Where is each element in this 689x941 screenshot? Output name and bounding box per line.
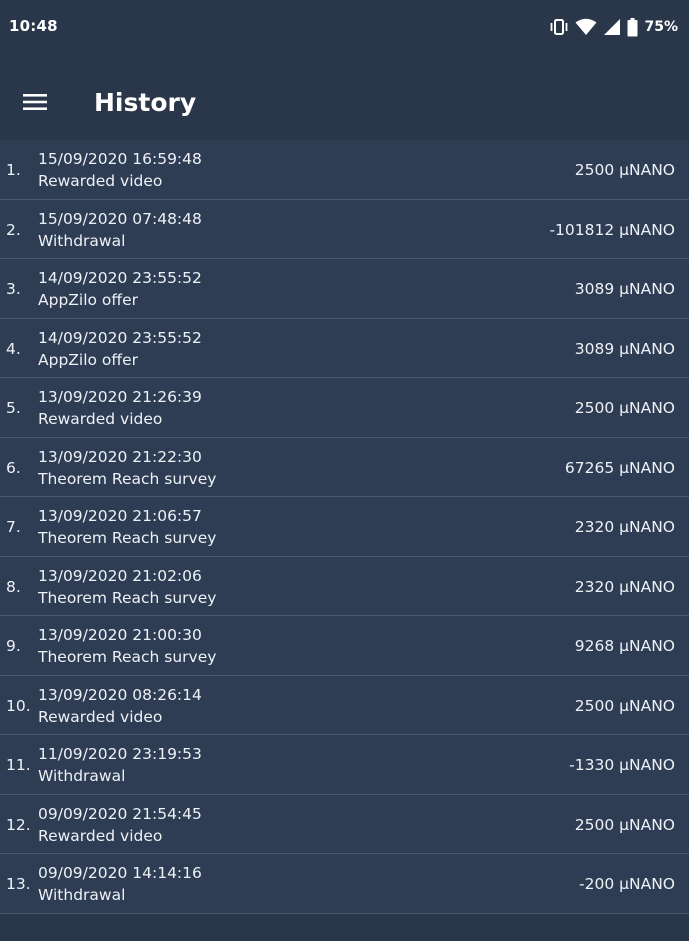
transaction-row[interactable]: 3. 14/09/2020 23:55:52 AppZilo offer 308… <box>0 259 689 319</box>
row-index: 7. <box>6 518 21 536</box>
row-datetime: 14/09/2020 23:55:52 <box>38 269 202 287</box>
row-index: 12. <box>6 815 31 834</box>
row-datetime: 11/09/2020 23:19:53 <box>38 745 202 763</box>
transaction-row[interactable]: 4. 14/09/2020 23:55:52 AppZilo offer 308… <box>0 318 689 378</box>
row-index: 13. <box>6 875 31 893</box>
row-datetime: 15/09/2020 16:59:48 <box>38 150 202 168</box>
battery-icon <box>627 17 638 37</box>
row-description: Rewarded video <box>38 826 163 845</box>
transaction-row[interactable]: 12. 09/09/2020 21:54:45 Rewarded video 2… <box>0 794 689 854</box>
row-datetime: 15/09/2020 07:48:48 <box>38 209 202 228</box>
row-amount: 2500 µNANO <box>574 399 675 417</box>
row-description: Theorem Reach survey <box>38 588 217 607</box>
app-bar: History <box>0 54 689 140</box>
wifi-icon <box>575 18 597 36</box>
row-description: Theorem Reach survey <box>38 469 217 488</box>
row-amount: 67265 µNANO <box>564 458 675 477</box>
row-description: Withdrawal <box>38 767 126 785</box>
transaction-list[interactable]: 1. 15/09/2020 16:59:48 Rewarded video 25… <box>0 140 689 914</box>
row-datetime: 13/09/2020 21:06:57 <box>38 507 202 525</box>
transaction-row[interactable]: 7. 13/09/2020 21:06:57 Theorem Reach sur… <box>0 497 689 557</box>
row-datetime: 13/09/2020 21:22:30 <box>38 447 202 466</box>
row-datetime: 09/09/2020 21:54:45 <box>38 804 202 823</box>
row-datetime: 13/09/2020 21:02:06 <box>38 566 202 585</box>
row-index: 1. <box>6 161 21 179</box>
row-index: 9. <box>6 637 21 655</box>
row-index: 6. <box>6 458 21 477</box>
row-description: AppZilo offer <box>38 350 138 369</box>
row-amount: 2320 µNANO <box>574 518 675 536</box>
row-amount: 3089 µNANO <box>574 339 675 358</box>
row-datetime: 13/09/2020 08:26:14 <box>38 685 202 704</box>
transaction-row[interactable]: 1. 15/09/2020 16:59:48 Rewarded video 25… <box>0 140 689 200</box>
row-datetime: 14/09/2020 23:55:52 <box>38 328 202 347</box>
row-datetime: 13/09/2020 21:26:39 <box>38 388 202 406</box>
row-datetime: 13/09/2020 21:00:30 <box>38 626 202 644</box>
transaction-row[interactable]: 11. 11/09/2020 23:19:53 Withdrawal -1330… <box>0 735 689 795</box>
row-description: Withdrawal <box>38 886 126 904</box>
transaction-row[interactable]: 6. 13/09/2020 21:22:30 Theorem Reach sur… <box>0 437 689 497</box>
row-description: Rewarded video <box>38 707 163 726</box>
transaction-row[interactable]: 9. 13/09/2020 21:00:30 Theorem Reach sur… <box>0 616 689 676</box>
row-amount: 2500 µNANO <box>574 696 675 715</box>
row-description: AppZilo offer <box>38 291 138 309</box>
row-amount: 2500 µNANO <box>574 815 675 834</box>
row-description: Rewarded video <box>38 410 163 428</box>
row-index: 2. <box>6 220 21 239</box>
row-amount: 3089 µNANO <box>574 280 675 298</box>
row-index: 11. <box>6 756 31 774</box>
battery-percentage: 75% <box>644 19 678 35</box>
row-description: Withdrawal <box>38 231 126 250</box>
row-index: 5. <box>6 399 21 417</box>
row-amount: -200 µNANO <box>579 875 675 893</box>
row-amount: -1330 µNANO <box>569 756 675 774</box>
status-time: 10:48 <box>9 17 58 35</box>
row-datetime: 09/09/2020 14:14:16 <box>38 864 202 882</box>
transaction-row[interactable]: 10. 13/09/2020 08:26:14 Rewarded video 2… <box>0 675 689 735</box>
transaction-row[interactable]: 8. 13/09/2020 21:02:06 Theorem Reach sur… <box>0 556 689 616</box>
page-title: History <box>94 88 197 117</box>
row-description: Theorem Reach survey <box>38 648 217 666</box>
transaction-row[interactable]: 2. 15/09/2020 07:48:48 Withdrawal -10181… <box>0 199 689 259</box>
menu-button[interactable] <box>12 81 58 127</box>
cell-signal-icon <box>603 18 621 36</box>
hamburger-menu-icon <box>23 93 47 115</box>
status-icons: 75% <box>549 16 678 38</box>
row-index: 3. <box>6 280 21 298</box>
row-amount: 2320 µNANO <box>574 577 675 596</box>
row-index: 8. <box>6 577 21 596</box>
vibrate-icon <box>549 18 569 36</box>
row-description: Theorem Reach survey <box>38 529 217 547</box>
status-bar: 10:48 75% <box>0 0 689 54</box>
row-amount: -101812 µNANO <box>549 220 675 239</box>
transaction-row[interactable]: 13. 09/09/2020 14:14:16 Withdrawal -200 … <box>0 854 689 914</box>
row-amount: 2500 µNANO <box>574 161 675 179</box>
row-amount: 9268 µNANO <box>574 637 675 655</box>
row-index: 4. <box>6 339 21 358</box>
row-index: 10. <box>6 696 31 715</box>
transaction-row[interactable]: 5. 13/09/2020 21:26:39 Rewarded video 25… <box>0 378 689 438</box>
row-description: Rewarded video <box>38 172 163 190</box>
